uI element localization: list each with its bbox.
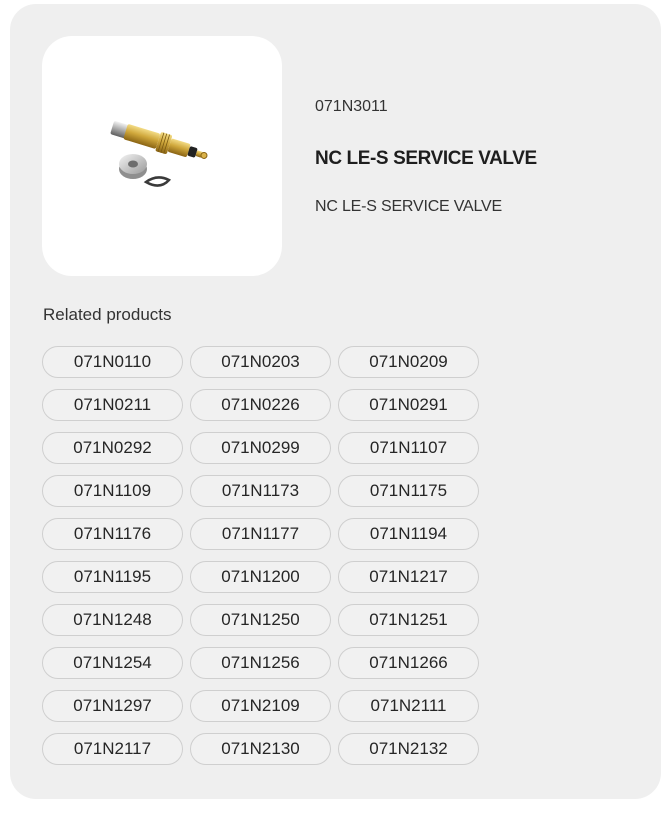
related-product-chip[interactable]: 071N1266: [338, 647, 479, 679]
related-product-chip[interactable]: 071N1175: [338, 475, 479, 507]
related-product-chip[interactable]: 071N2111: [338, 690, 479, 722]
related-product-chip[interactable]: 071N1195: [42, 561, 183, 593]
related-product-chip[interactable]: 071N1194: [338, 518, 479, 550]
valve-photo-icon: [110, 121, 208, 187]
related-product-chip[interactable]: 071N1256: [190, 647, 331, 679]
related-product-chip[interactable]: 071N2130: [190, 733, 331, 765]
related-product-chip[interactable]: 071N1173: [190, 475, 331, 507]
related-product-chip[interactable]: 071N0203: [190, 346, 331, 378]
related-product-chip[interactable]: 071N0211: [42, 389, 183, 421]
related-product-chip[interactable]: 071N0291: [338, 389, 479, 421]
related-product-chip[interactable]: 071N0209: [338, 346, 479, 378]
related-product-chip[interactable]: 071N1217: [338, 561, 479, 593]
related-product-chip[interactable]: 071N2109: [190, 690, 331, 722]
related-product-chip[interactable]: 071N1248: [42, 604, 183, 636]
related-product-chip[interactable]: 071N0299: [190, 432, 331, 464]
related-products-list: 071N0110 071N0203 071N0209 071N0211 071N0226…: [42, 346, 482, 765]
related-product-chip[interactable]: 071N1176: [42, 518, 183, 550]
related-products-heading: Related products: [43, 305, 172, 324]
related-product-chip[interactable]: 071N1109: [42, 475, 183, 507]
related-product-chip[interactable]: 071N1107: [338, 432, 479, 464]
product-description: NC LE-S SERVICE VALVE: [315, 198, 502, 215]
related-product-chip[interactable]: 071N2117: [42, 733, 183, 765]
product-card: 071N3011 NC LE-S SERVICE VALVE NC LE-S S…: [10, 4, 661, 799]
product-image: [42, 36, 282, 276]
related-product-chip[interactable]: 071N1200: [190, 561, 331, 593]
related-product-chip[interactable]: 071N1251: [338, 604, 479, 636]
related-product-chip[interactable]: 071N0110: [42, 346, 183, 378]
related-product-chip[interactable]: 071N2132: [338, 733, 479, 765]
related-product-chip[interactable]: 071N0226: [190, 389, 331, 421]
product-title: NC LE-S SERVICE VALVE: [315, 148, 537, 169]
related-product-chip[interactable]: 071N0292: [42, 432, 183, 464]
related-product-chip[interactable]: 071N1297: [42, 690, 183, 722]
product-code: 071N3011: [315, 98, 388, 115]
related-product-chip[interactable]: 071N1254: [42, 647, 183, 679]
related-product-chip[interactable]: 071N1177: [190, 518, 331, 550]
related-product-chip[interactable]: 071N1250: [190, 604, 331, 636]
